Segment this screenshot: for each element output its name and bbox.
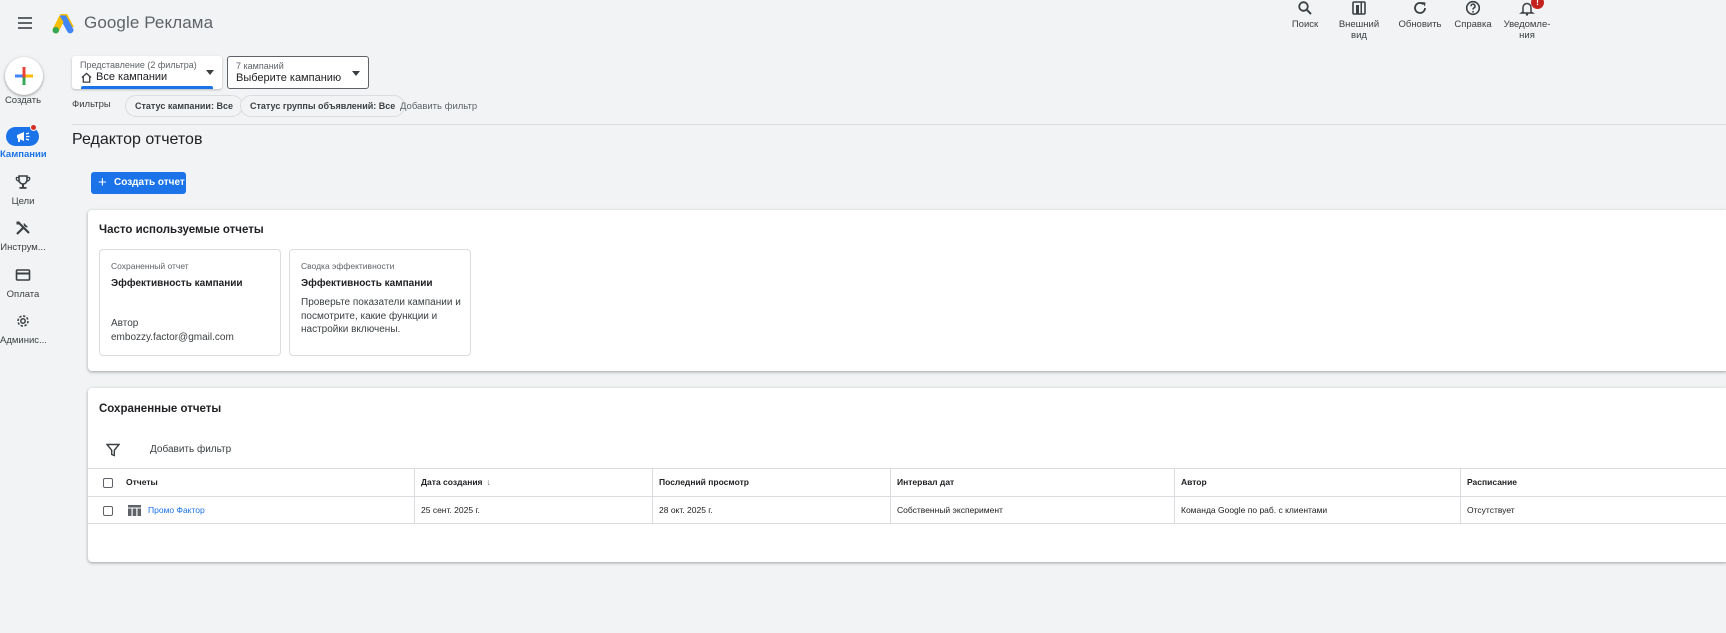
nav-item-admin[interactable]: Админис... [0,313,46,357]
nav-label-billing: Оплата [6,289,40,300]
plus-icon: + [98,174,107,191]
filter-chip-adgroup-status[interactable]: Статус группы объявлений: Все [240,95,406,117]
report-card-name: Эффективность кампании [301,278,433,289]
filter-icon[interactable] [106,443,120,457]
tools-icon [16,221,30,235]
search-label: Поиск [1291,19,1319,30]
nav-label-goals: Цели [11,196,35,207]
app-title: Google Реклама [84,13,214,32]
table-row: Промо Фактор 25 сент. 2025 г. 28 окт. 20… [88,496,1726,524]
create-report-button[interactable]: + Создать отчет [91,172,186,194]
divider [72,124,1726,125]
column-header-last-viewed[interactable]: Последний просмотр [652,469,890,496]
saved-reports-panel: Сохраненные отчеты Добавить фильтр Отчет… [88,388,1726,562]
search-icon [1298,1,1312,15]
nav-label-campaigns: Кампании [0,149,46,160]
trophy-icon [15,175,31,189]
billing-icon [15,269,31,281]
report-card-author: embozzy.factor@gmail.com [111,332,234,343]
create-label: Создать [4,95,42,106]
google-ads-logo-icon [52,14,74,34]
chevron-down-icon [352,71,360,76]
column-header-created-label: Дата создания [421,477,483,487]
campaigns-icon [17,132,30,142]
filters-label: Фильтры [72,99,111,110]
nav-item-tools[interactable]: Инструм... [0,220,46,264]
campaign-selector[interactable]: 7 кампаний Выберите кампанию [227,56,369,89]
create-button[interactable] [5,57,43,95]
nav-item-billing[interactable]: Оплата [0,267,46,311]
refresh-icon [1414,2,1426,14]
saved-reports-heading: Сохраненные отчеты [99,403,222,415]
frequent-reports-panel: Часто используемые отчеты Сохраненный от… [88,210,1726,371]
plus-icon [15,67,33,85]
column-header-date-range[interactable]: Интервал дат [890,469,1174,496]
notifications-button[interactable]: ! Уведомле-ния [1497,0,1557,41]
nav-label-tools: Инструм... [0,242,46,253]
report-card-saved[interactable]: Сохраненный отчет Эффективность кампании… [99,249,281,356]
campaign-selector-caption: 7 кампаний [236,61,284,71]
cell-created: 25 сент. 2025 г. [414,497,652,524]
report-card-kind: Сохраненный отчет [111,261,189,271]
refresh-label: Обновить [1398,19,1442,30]
cell-author: Команда Google по раб. с клиентами [1174,497,1460,524]
help-button[interactable]: Справка [1443,0,1503,30]
frequent-reports-heading: Часто используемые отчеты [99,224,264,236]
column-header-author[interactable]: Автор [1174,469,1460,496]
add-filter-link[interactable]: Добавить фильтр [400,101,477,112]
cell-schedule: Отсутствует [1460,497,1726,524]
refresh-button[interactable]: Обновить [1390,0,1450,30]
sort-down-arrow-icon: ↓ [486,477,491,487]
column-header-schedule[interactable]: Расписание [1460,469,1726,496]
report-card-description: Проверьте показатели кампании и посмотри… [301,297,461,335]
cell-last-viewed: 28 окт. 2025 г. [652,497,890,524]
create-report-label: Создать отчет [114,177,185,188]
saved-reports-table: Отчеты Дата создания ↓ Последний просмотр… [88,468,1726,524]
home-icon [81,72,92,83]
appearance-button[interactable]: Внешний вид [1329,0,1389,41]
hamburger-menu-icon[interactable] [14,14,36,34]
select-all-checkbox[interactable] [103,478,113,488]
table-add-filter-link[interactable]: Добавить фильтр [150,444,231,455]
chevron-down-icon [206,70,214,75]
help-icon [1465,0,1481,16]
nav-label-admin: Админис... [0,335,46,346]
view-selector[interactable]: Представление (2 фильтра) Все кампании [72,56,222,89]
table-header-row: Отчеты Дата создания ↓ Последний просмотр… [88,468,1726,496]
nav-item-campaigns[interactable]: Кампании [0,124,46,171]
top-bar: Google Реклама Поиск Внешний вид Обновит… [0,0,1726,50]
filter-chip-campaign-status[interactable]: Статус кампании: Все [125,95,243,117]
cell-date-range: Собственный эксперимент [890,497,1174,524]
column-header-created[interactable]: Дата создания ↓ [414,469,652,496]
notifications-label: Уведомле-ния [1503,19,1551,41]
report-card-summary[interactable]: Сводка эффективности Эффективность кампа… [289,249,471,356]
campaign-selector-value: Выберите кампанию [236,72,342,84]
report-card-author-label: Автор [111,318,139,329]
report-name-link[interactable]: Промо Фактор [142,497,414,524]
view-selector-caption: Представление (2 фильтра) [80,60,197,70]
report-card-name: Эффективность кампании [111,278,243,289]
admin-gear-icon [17,315,29,327]
report-card-kind: Сводка эффективности [301,261,395,271]
page-title: Редактор отчетов [72,131,203,148]
appearance-label: Внешний вид [1338,19,1380,41]
nav-item-goals[interactable]: Цели [0,174,46,218]
row-checkbox[interactable] [103,506,113,516]
table-report-icon [128,505,141,516]
column-header-reports[interactable]: Отчеты [120,469,414,496]
campaigns-alert-dot [30,124,37,131]
help-label: Справка [1454,19,1492,30]
notification-badge: ! [1531,0,1544,9]
search-button[interactable]: Поиск [1275,0,1335,30]
report-name[interactable]: Промо Фактор [148,505,205,515]
appearance-icon [1352,1,1366,15]
view-selector-value: Все кампании [96,71,168,83]
